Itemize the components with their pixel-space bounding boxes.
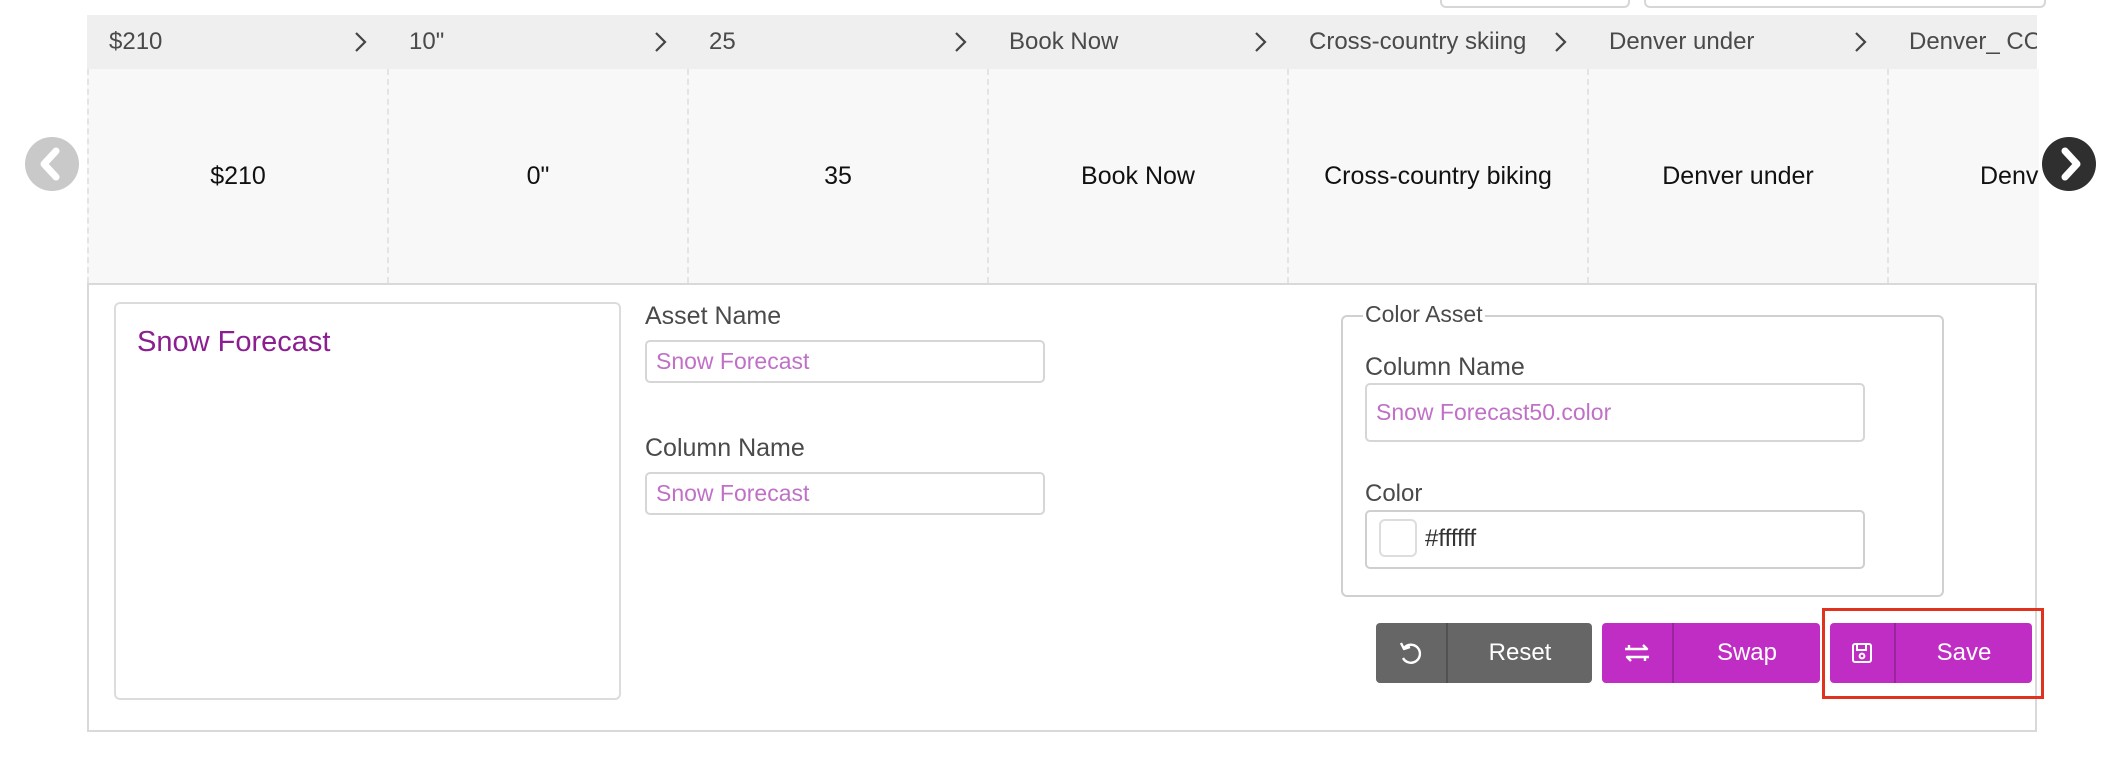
swap-icon [1602, 623, 1674, 683]
header-cell[interactable]: Cross-country skiing [1287, 15, 1587, 69]
data-cell[interactable]: 0" [389, 69, 689, 283]
color-column-name-label: Column Name [1365, 353, 1525, 381]
header-cell[interactable]: Denver_ CO [1887, 15, 2037, 69]
header-cell[interactable]: 10" [387, 15, 687, 69]
header-cell[interactable]: $210 [87, 15, 387, 69]
preview-text: Snow Forecast [137, 326, 331, 358]
save-button[interactable]: Save [1830, 623, 2032, 683]
color-asset-legend: Color Asset [1363, 301, 1485, 328]
color-value: #ffffff [1425, 525, 1477, 552]
column-name-label: Column Name [645, 434, 805, 462]
color-picker-field[interactable]: #ffffff [1365, 510, 1865, 569]
asset-name-label: Asset Name [645, 302, 782, 330]
header-label: Denver under [1609, 28, 1755, 55]
color-column-name-input[interactable] [1365, 383, 1865, 442]
toolbar-search-input[interactable] [1644, 0, 2046, 8]
data-cell[interactable]: Book Now [989, 69, 1289, 283]
data-cell[interactable]: Cross-country biking [1289, 69, 1589, 283]
header-label: Denver_ CO [1909, 28, 2037, 55]
chevron-right-icon[interactable] [647, 29, 673, 55]
reset-button-label: Reset [1488, 639, 1552, 666]
swap-button[interactable]: Swap [1602, 623, 1820, 683]
toolbar-select[interactable] [1440, 0, 1630, 8]
chevron-right-icon [2061, 147, 2081, 181]
chevron-left-icon [40, 147, 60, 181]
data-cell[interactable]: $210 [89, 69, 389, 283]
color-swatch[interactable] [1379, 519, 1417, 557]
save-button-label: Save [1936, 639, 1992, 666]
carousel-next-button[interactable] [2042, 137, 2096, 191]
data-cell[interactable]: 35 [689, 69, 989, 283]
header-cell[interactable]: Denver under [1587, 15, 1887, 69]
color-label: Color [1365, 480, 1423, 507]
asset-name-input[interactable] [645, 340, 1045, 383]
header-label: 10" [409, 28, 445, 55]
carousel-prev-button[interactable] [25, 137, 79, 191]
header-cell[interactable]: 25 [687, 15, 987, 69]
chevron-right-icon[interactable] [347, 29, 373, 55]
data-cell[interactable]: Denver [1889, 69, 2039, 283]
chevron-right-icon[interactable] [1247, 29, 1273, 55]
color-asset-group: Color Asset Column Name Color #ffffff [1341, 301, 1944, 597]
chevron-right-icon[interactable] [1547, 29, 1573, 55]
top-toolbar-strip [87, 0, 2046, 14]
asset-preview: Snow Forecast [114, 302, 621, 700]
header-cell[interactable]: Book Now [987, 15, 1287, 69]
header-label: Cross-country skiing [1309, 28, 1527, 55]
save-icon [1830, 623, 1896, 683]
header-label: $210 [109, 28, 163, 55]
undo-icon [1376, 623, 1448, 683]
header-label: 25 [709, 28, 736, 55]
data-cell[interactable]: Denver under [1589, 69, 1889, 283]
column-header-row: $210 10" 25 Book Now Cross-country skiin… [87, 15, 2037, 69]
column-name-input[interactable] [645, 472, 1045, 515]
header-label: Book Now [1009, 28, 1119, 55]
data-row: $210 0" 35 Book Now Cross-country biking… [87, 69, 2039, 283]
reset-button[interactable]: Reset [1376, 623, 1592, 683]
asset-editor-panel: Snow Forecast Asset Name Column Name Col… [87, 283, 2037, 732]
chevron-right-icon[interactable] [1847, 29, 1873, 55]
chevron-right-icon[interactable] [947, 29, 973, 55]
swap-button-label: Swap [1716, 639, 1778, 666]
